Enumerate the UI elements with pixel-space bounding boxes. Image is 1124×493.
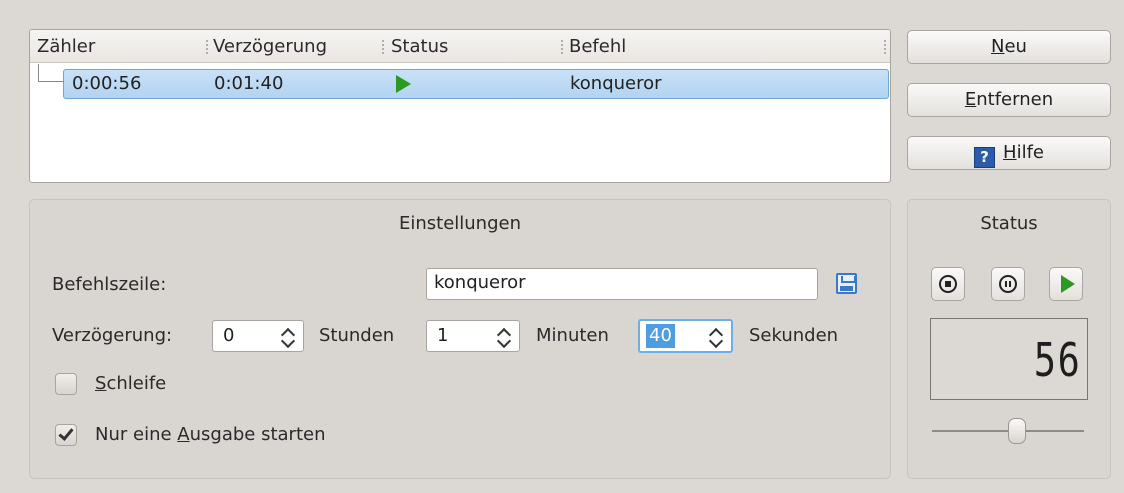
row-command: konqueror: [570, 73, 662, 94]
command-line-input[interactable]: konqueror: [426, 268, 818, 300]
tree-branch-line: [38, 64, 64, 82]
settings-title: Einstellungen: [398, 213, 522, 234]
row-delay: 0:01:40: [214, 73, 284, 94]
task-list[interactable]: Zähler Verzögerung Status Befehl 0:00:56…: [29, 29, 891, 183]
hours-spinbox[interactable]: 0: [212, 320, 304, 352]
minutes-unit-label: Minuten: [536, 325, 609, 346]
minutes-spinbox[interactable]: 1: [426, 320, 520, 352]
column-header-status[interactable]: Status: [391, 37, 448, 57]
spin-arrows-icon[interactable]: [280, 326, 296, 349]
column-separator[interactable]: [561, 40, 563, 54]
play-icon: [396, 75, 411, 93]
column-header-command[interactable]: Befehl: [569, 37, 626, 57]
countdown-value: 56: [1033, 333, 1081, 387]
delay-label: Verzögerung:: [52, 325, 173, 346]
column-header-delay[interactable]: Verzögerung: [213, 37, 327, 57]
list-header: Zähler Verzögerung Status Befehl: [30, 30, 890, 63]
spin-arrows-icon[interactable]: [496, 326, 512, 349]
speed-slider-handle[interactable]: [1008, 418, 1026, 444]
pause-button[interactable]: [991, 267, 1025, 301]
loop-label[interactable]: Schleife: [95, 372, 166, 396]
seconds-spinbox[interactable]: 40: [638, 319, 733, 353]
seconds-value: 40: [646, 324, 675, 348]
stop-icon: [939, 275, 957, 293]
single-output-checkbox[interactable]: [55, 424, 77, 446]
table-row[interactable]: [63, 69, 889, 99]
new-button[interactable]: Neu: [907, 30, 1111, 64]
checkmark-icon: [58, 425, 74, 441]
hours-value: 0: [223, 325, 235, 346]
column-header-counter[interactable]: Zähler: [37, 37, 95, 57]
pause-icon: [999, 275, 1017, 293]
spin-arrows-icon[interactable]: [708, 326, 724, 349]
row-counter: 0:00:56: [72, 73, 142, 94]
command-line-label: Befehlszeile:: [52, 274, 167, 295]
seconds-unit-label: Sekunden: [749, 325, 839, 346]
play-icon: [1061, 275, 1075, 293]
column-separator[interactable]: [206, 40, 208, 54]
hours-unit-label: Stunden: [319, 325, 395, 346]
start-button[interactable]: [1049, 267, 1083, 301]
status-title: Status: [980, 213, 1038, 234]
remove-button[interactable]: Entfernen: [907, 83, 1111, 117]
help-button[interactable]: ? Hilfe: [907, 136, 1111, 170]
column-separator[interactable]: [884, 40, 886, 54]
single-output-label[interactable]: Nur eine Ausgabe starten: [95, 423, 325, 447]
loop-checkbox[interactable]: [55, 373, 77, 395]
row-status: [396, 75, 411, 97]
column-separator[interactable]: [382, 40, 384, 54]
stop-button[interactable]: [931, 267, 965, 301]
help-icon: ?: [974, 147, 996, 168]
save-icon[interactable]: [836, 273, 857, 294]
minutes-value: 1: [437, 325, 449, 346]
countdown-display: 56: [930, 318, 1088, 400]
